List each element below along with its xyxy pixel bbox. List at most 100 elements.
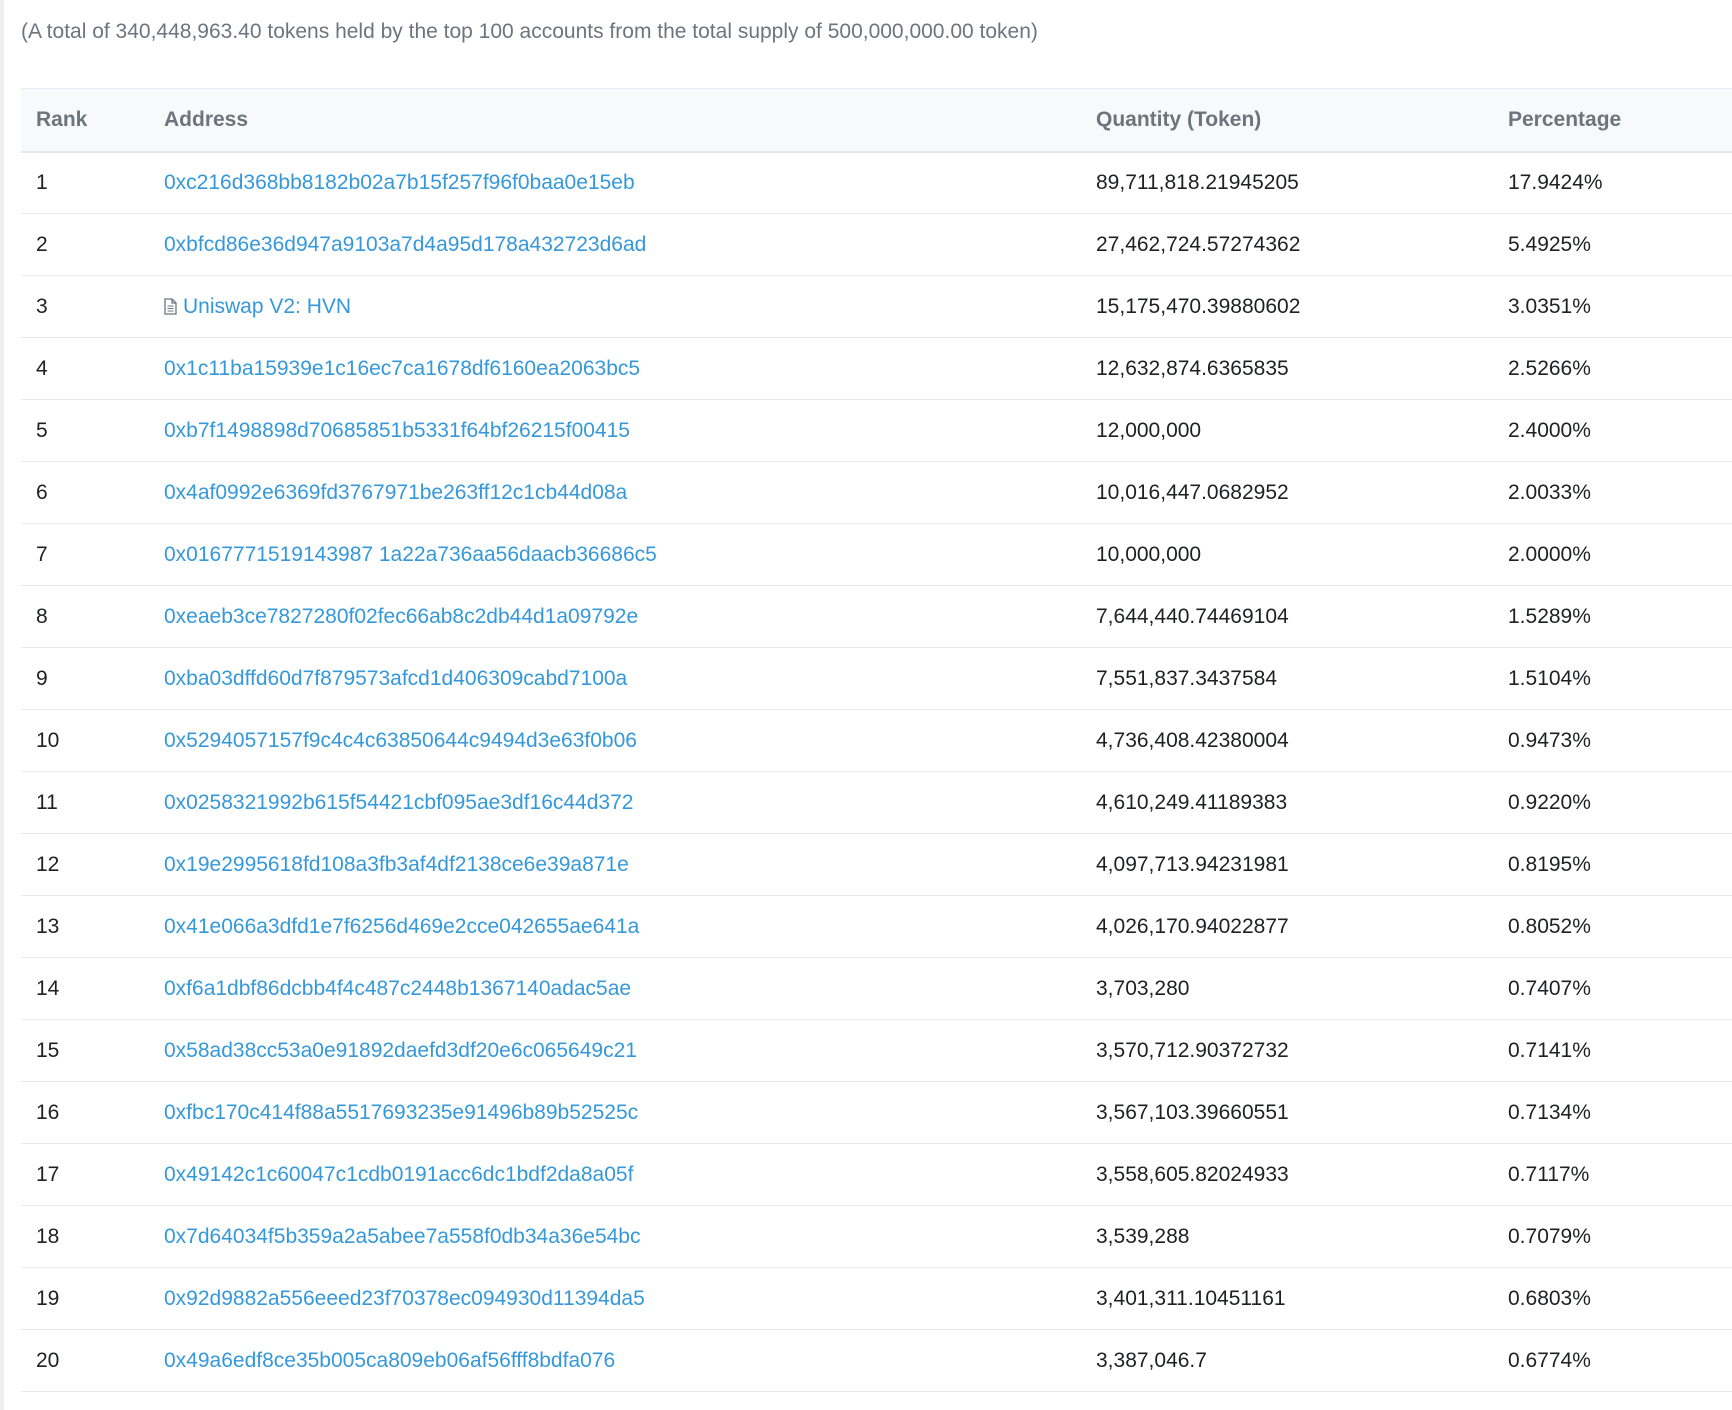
address-cell: 0xeaeb3ce7827280f02fec66ab8c2db44d1a0979… [149,586,1081,648]
address-cell: 0x41e066a3dfd1e7f6256d469e2cce042655ae64… [149,896,1081,958]
table-row: 4 0x1c11ba15939e1c16ec7ca1678df6160ea2063… [21,338,1732,400]
address-link[interactable]: 0x5294057157f9c4c4c63850644c9494d3e63f0b… [164,729,637,752]
quantity-cell: 3,570,712.90372732 [1096,1038,1289,1062]
address-cell: 0x0258321992b615f54421cbf095ae3df16c44d3… [149,772,1081,834]
percentage-cell: 0.8195% [1508,852,1591,876]
percentage-cell: 2.4000% [1508,418,1591,442]
quantity-cell: 3,401,311.10451161 [1096,1286,1286,1310]
quantity-cell: 15,175,470.39880602 [1096,294,1301,318]
percentage-cell: 17.9424% [1508,170,1603,194]
table-row: 7 0x0167771519143987 1a22a736aa56daacb366… [21,524,1732,586]
rank-cell: 20 [36,1348,60,1372]
percentage-cell: 2.0000% [1508,542,1591,566]
address-link[interactable]: 0x41e066a3dfd1e7f6256d469e2cce042655ae64… [164,915,639,938]
rank-cell: 5 [36,418,48,442]
rank-cell: 10 [36,728,60,752]
address-cell: Uniswap V2: HVN [149,276,1081,338]
percentage-cell: 0.7079% [1508,1224,1591,1248]
address-cell: 0x58ad38cc53a0e91892daefd3df20e6c065649c… [149,1020,1081,1082]
address-cell: 0x7d64034f5b359a2a5abee7a558f0db34a36e54… [149,1206,1081,1268]
address-link[interactable]: 0xbfcd86e36d947a9103a7d4a95d178a432723d6… [164,233,646,256]
quantity-cell: 27,462,724.57274362 [1096,232,1301,256]
percentage-cell: 0.6774% [1508,1348,1591,1372]
rank-cell: 1 [36,170,48,194]
address-link[interactable]: 0x0167771519143987 1a22a736aa56daacb3668… [164,543,657,566]
percentage-cell: 0.7141% [1508,1038,1591,1062]
percentage-cell: 0.7134% [1508,1100,1591,1124]
rank-cell: 6 [36,480,48,504]
percentage-cell: 5.4925% [1508,232,1591,256]
address-cell: 0xb7f1498898d70685851b5331f64bf26215f004… [149,400,1081,462]
quantity-cell: 4,610,249.41189383 [1096,790,1288,814]
rank-cell: 4 [36,356,48,380]
table-row: 14 0xf6a1dbf86dcbb4f4c487c2448b1367140ada… [21,958,1732,1020]
table-row: 6 0x4af0992e6369fd3767971be263ff12c1cb44d… [21,462,1732,524]
quantity-cell: 4,097,713.94231981 [1096,852,1289,876]
quantity-cell: 10,000,000 [1096,542,1202,566]
header-address: Address [164,107,249,131]
quantity-cell: 3,558,605.82024933 [1096,1162,1289,1186]
quantity-cell: 12,000,000 [1096,418,1202,442]
address-link[interactable]: 0xf6a1dbf86dcbb4f4c487c2448b1367140adac5… [164,977,631,1000]
percentage-cell: 3.0351% [1508,294,1591,318]
rank-cell: 7 [36,542,48,566]
table-row: 9 0xba03dffd60d7f879573afcd1d406309cabd71… [21,648,1732,710]
address-link[interactable]: 0x1c11ba15939e1c16ec7ca1678df6160ea2063b… [164,357,640,380]
rank-cell: 17 [36,1162,60,1186]
address-cell: 0x92d9882a556eeed23f70378ec094930d11394d… [149,1268,1081,1330]
token-holders-table: Rank Address Quantity (Token) Percentage… [21,88,1732,1392]
address-link[interactable]: 0xfbc170c414f88a5517693235e91496b89b5252… [164,1101,638,1124]
holders-summary: (A total of 340,448,963.40 tokens held b… [21,20,1038,43]
table-row: 15 0x58ad38cc53a0e91892daefd3df20e6c06564… [21,1020,1732,1082]
address-cell: 0x49142c1c60047c1cdb0191acc6dc1bdf2da8a0… [149,1144,1081,1206]
percentage-cell: 0.8052% [1508,914,1591,938]
address-cell: 0x49a6edf8ce35b005ca809eb06af56fff8bdfa0… [149,1330,1081,1392]
quantity-cell: 10,016,447.0682952 [1096,480,1289,504]
address-cell: 0xc216d368bb8182b02a7b15f257f96f0baa0e15… [149,152,1081,214]
quantity-cell: 7,644,440.74469104 [1096,604,1289,628]
address-link[interactable]: 0x19e2995618fd108a3fb3af4df2138ce6e39a87… [164,853,629,876]
quantity-cell: 3,567,103.39660551 [1096,1100,1289,1124]
header-rank: Rank [36,107,88,131]
address-link[interactable]: 0xeaeb3ce7827280f02fec66ab8c2db44d1a0979… [164,605,638,628]
address-link[interactable]: 0xba03dffd60d7f879573afcd1d406309cabd710… [164,667,627,690]
quantity-cell: 3,703,280 [1096,976,1190,1000]
address-link[interactable]: 0x0258321992b615f54421cbf095ae3df16c44d3… [164,791,633,814]
table-row: 19 0x92d9882a556eeed23f70378ec094930d1139… [21,1268,1732,1330]
table-row: 2 0xbfcd86e36d947a9103a7d4a95d178a432723d… [21,214,1732,276]
address-link[interactable]: 0x4af0992e6369fd3767971be263ff12c1cb44d0… [164,481,627,504]
rank-cell: 12 [36,852,60,876]
address-cell: 0xba03dffd60d7f879573afcd1d406309cabd710… [149,648,1081,710]
quantity-cell: 4,736,408.42380004 [1096,728,1289,752]
percentage-cell: 0.7407% [1508,976,1591,1000]
address-cell: 0x5294057157f9c4c4c63850644c9494d3e63f0b… [149,710,1081,772]
quantity-cell: 7,551,837.3437584 [1096,666,1278,690]
table-row: 10 0x5294057157f9c4c4c63850644c9494d3e63f… [21,710,1732,772]
rank-cell: 19 [36,1286,60,1310]
address-link[interactable]: 0x58ad38cc53a0e91892daefd3df20e6c065649c… [164,1039,637,1062]
table-row: 3 Uniswap V2: HVN 15,175,470.39880602 3.035… [21,276,1732,338]
percentage-cell: 0.6803% [1508,1286,1591,1310]
header-quantity: Quantity (Token) [1096,107,1262,131]
percentage-cell: 2.5266% [1508,356,1591,380]
quantity-cell: 89,711,818.21945205 [1096,170,1299,194]
rank-cell: 11 [36,790,58,814]
rank-cell: 8 [36,604,48,628]
address-cell: 0x19e2995618fd108a3fb3af4df2138ce6e39a87… [149,834,1081,896]
address-link[interactable]: 0x7d64034f5b359a2a5abee7a558f0db34a36e54… [164,1225,640,1248]
address-link[interactable]: 0x49a6edf8ce35b005ca809eb06af56fff8bdfa0… [164,1349,615,1372]
table-row: 1 0xc216d368bb8182b02a7b15f257f96f0baa0e1… [21,152,1732,214]
address-link[interactable]: 0x49142c1c60047c1cdb0191acc6dc1bdf2da8a0… [164,1163,633,1186]
address-link[interactable]: 0xc216d368bb8182b02a7b15f257f96f0baa0e15… [164,171,635,194]
rank-cell: 2 [36,232,48,256]
page-left-edge [0,0,4,1410]
rank-cell: 13 [36,914,60,938]
table-header-row: Rank Address Quantity (Token) Percentage [21,88,1732,152]
address-link[interactable]: 0xb7f1498898d70685851b5331f64bf26215f004… [164,419,630,442]
table-row: 13 0x41e066a3dfd1e7f6256d469e2cce042655ae… [21,896,1732,958]
table-row: 8 0xeaeb3ce7827280f02fec66ab8c2db44d1a097… [21,586,1732,648]
address-link[interactable]: Uniswap V2: HVN [183,295,351,318]
rank-cell: 9 [36,666,48,690]
address-link[interactable]: 0x92d9882a556eeed23f70378ec094930d11394d… [164,1287,645,1310]
table-body: 1 0xc216d368bb8182b02a7b15f257f96f0baa0e1… [21,152,1732,1392]
